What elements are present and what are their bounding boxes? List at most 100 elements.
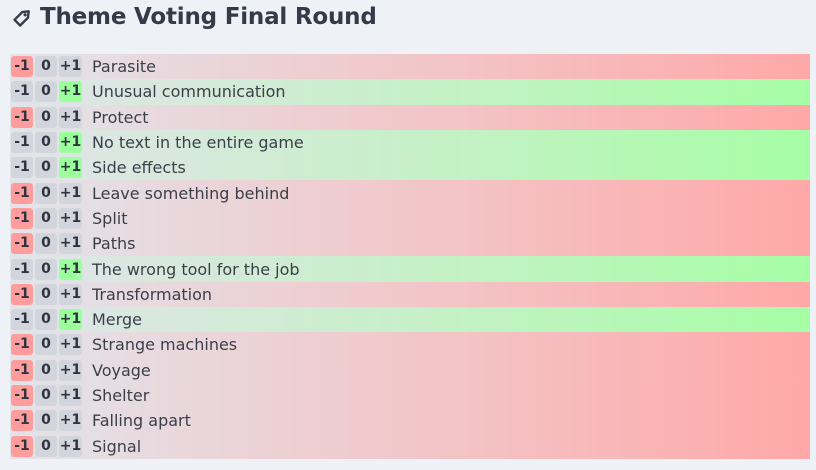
vote-button-group: -1 0 +1 bbox=[11, 157, 82, 179]
vote-up-button[interactable]: +1 bbox=[59, 359, 82, 381]
vote-down-button[interactable]: -1 bbox=[11, 410, 33, 432]
theme-label: Shelter bbox=[92, 386, 150, 405]
theme-label: Paths bbox=[92, 234, 136, 254]
vote-button-group: -1 0 +1 bbox=[11, 106, 82, 128]
vote-neutral-button[interactable]: 0 bbox=[35, 106, 57, 128]
vote-down-button[interactable]: -1 bbox=[11, 56, 33, 78]
theme-row: -1 0 +1 Signal bbox=[10, 433, 810, 459]
vote-neutral-button[interactable]: 0 bbox=[35, 359, 57, 381]
vote-button-group: -1 0 +1 bbox=[11, 283, 82, 305]
theme-label: The wrong tool for the job bbox=[92, 259, 300, 279]
vote-up-button[interactable]: +1 bbox=[59, 207, 82, 229]
vote-up-button[interactable]: +1 bbox=[59, 334, 82, 356]
vote-button-group: -1 0 +1 bbox=[11, 359, 82, 381]
vote-neutral-button[interactable]: 0 bbox=[35, 56, 57, 78]
theme-label: Signal bbox=[92, 436, 142, 456]
theme-row: -1 0 +1 Protect bbox=[10, 104, 810, 130]
vote-up-button[interactable]: +1 bbox=[59, 182, 82, 204]
vote-button-group: -1 0 +1 bbox=[11, 258, 82, 280]
vote-up-button[interactable]: +1 bbox=[59, 56, 82, 78]
vote-down-button[interactable]: -1 bbox=[11, 233, 33, 255]
theme-row: -1 0 +1 Paths bbox=[10, 231, 810, 257]
theme-row: -1 0 +1 Unusual communication bbox=[10, 79, 810, 105]
theme-label: Transformation bbox=[92, 284, 213, 304]
theme-label: Falling apart bbox=[92, 411, 191, 431]
vote-button-group: -1 0 +1 bbox=[11, 207, 82, 229]
vote-up-button[interactable]: +1 bbox=[59, 435, 82, 457]
vote-button-group: -1 0 +1 bbox=[11, 56, 82, 78]
theme-row: -1 0 +1 Leave something behind bbox=[10, 180, 810, 206]
vote-neutral-button[interactable]: 0 bbox=[35, 334, 57, 356]
theme-row: -1 0 +1 Transformation bbox=[10, 281, 810, 307]
theme-label: Voyage bbox=[92, 360, 151, 380]
vote-down-button[interactable]: -1 bbox=[11, 359, 33, 381]
theme-label: Leave something behind bbox=[92, 183, 290, 203]
vote-button-group: -1 0 +1 bbox=[11, 309, 82, 331]
theme-label: Merge bbox=[92, 310, 142, 330]
vote-up-button[interactable]: +1 bbox=[59, 385, 82, 406]
theme-label: Parasite bbox=[92, 57, 157, 77]
page-title: Theme Voting Final Round bbox=[40, 4, 377, 30]
vote-button-group: -1 0 +1 bbox=[11, 410, 82, 432]
vote-button-group: -1 0 +1 bbox=[11, 435, 82, 457]
theme-row: -1 0 +1 The wrong tool for the job bbox=[10, 256, 810, 282]
vote-down-button[interactable]: -1 bbox=[11, 283, 33, 305]
vote-down-button[interactable]: -1 bbox=[11, 157, 33, 179]
vote-down-button[interactable]: -1 bbox=[11, 385, 33, 406]
theme-row: -1 0 +1 Parasite bbox=[10, 54, 810, 80]
vote-button-group: -1 0 +1 bbox=[11, 81, 82, 103]
vote-neutral-button[interactable]: 0 bbox=[35, 385, 57, 406]
theme-label: Strange machines bbox=[92, 335, 238, 355]
vote-down-button[interactable]: -1 bbox=[11, 81, 33, 103]
vote-down-button[interactable]: -1 bbox=[11, 258, 33, 280]
vote-down-button[interactable]: -1 bbox=[11, 334, 33, 356]
vote-up-button[interactable]: +1 bbox=[59, 132, 82, 154]
vote-up-button[interactable]: +1 bbox=[59, 410, 82, 432]
theme-row: -1 0 +1 No text in the entire game bbox=[10, 129, 810, 156]
vote-up-button[interactable]: +1 bbox=[59, 81, 82, 103]
vote-neutral-button[interactable]: 0 bbox=[35, 157, 57, 179]
vote-button-group: -1 0 +1 bbox=[11, 334, 82, 356]
vote-down-button[interactable]: -1 bbox=[11, 132, 33, 154]
theme-row: -1 0 +1 Split bbox=[10, 205, 810, 232]
vote-down-button[interactable]: -1 bbox=[11, 309, 33, 331]
theme-label: No text in the entire game bbox=[92, 133, 304, 153]
vote-neutral-button[interactable]: 0 bbox=[35, 283, 57, 305]
vote-neutral-button[interactable]: 0 bbox=[35, 233, 57, 255]
vote-neutral-button[interactable]: 0 bbox=[35, 81, 57, 103]
vote-up-button[interactable]: +1 bbox=[59, 309, 82, 331]
theme-label: Split bbox=[92, 208, 128, 228]
theme-row: -1 0 +1 Side effects bbox=[10, 155, 810, 181]
theme-row: -1 0 +1 Falling apart bbox=[10, 408, 810, 434]
tag-icon bbox=[12, 6, 34, 28]
vote-button-group: -1 0 +1 bbox=[11, 132, 82, 154]
vote-down-button[interactable]: -1 bbox=[11, 106, 33, 128]
theme-list: -1 0 +1 Parasite -1 0 +1 Unusual communication -… bbox=[10, 54, 810, 459]
vote-button-group: -1 0 +1 bbox=[11, 385, 82, 406]
theme-label: Protect bbox=[92, 107, 149, 127]
vote-up-button[interactable]: +1 bbox=[59, 233, 82, 255]
vote-down-button[interactable]: -1 bbox=[11, 207, 33, 229]
vote-up-button[interactable]: +1 bbox=[59, 157, 82, 179]
theme-label: Side effects bbox=[92, 158, 186, 178]
vote-neutral-button[interactable]: 0 bbox=[35, 182, 57, 204]
page-header: Theme Voting Final Round bbox=[12, 2, 377, 32]
theme-row: -1 0 +1 Strange machines bbox=[10, 332, 810, 358]
vote-down-button[interactable]: -1 bbox=[11, 435, 33, 457]
theme-row: -1 0 +1 Shelter bbox=[10, 382, 810, 409]
vote-down-button[interactable]: -1 bbox=[11, 182, 33, 204]
vote-neutral-button[interactable]: 0 bbox=[35, 309, 57, 331]
vote-neutral-button[interactable]: 0 bbox=[35, 132, 57, 154]
vote-up-button[interactable]: +1 bbox=[59, 258, 82, 280]
theme-label: Unusual communication bbox=[92, 82, 286, 102]
vote-up-button[interactable]: +1 bbox=[59, 283, 82, 305]
vote-neutral-button[interactable]: 0 bbox=[35, 435, 57, 457]
vote-neutral-button[interactable]: 0 bbox=[35, 410, 57, 432]
theme-row: -1 0 +1 Voyage bbox=[10, 357, 810, 383]
vote-neutral-button[interactable]: 0 bbox=[35, 207, 57, 229]
vote-button-group: -1 0 +1 bbox=[11, 182, 82, 204]
vote-neutral-button[interactable]: 0 bbox=[35, 258, 57, 280]
vote-up-button[interactable]: +1 bbox=[59, 106, 82, 128]
vote-button-group: -1 0 +1 bbox=[11, 233, 82, 255]
theme-row: -1 0 +1 Merge bbox=[10, 306, 810, 333]
